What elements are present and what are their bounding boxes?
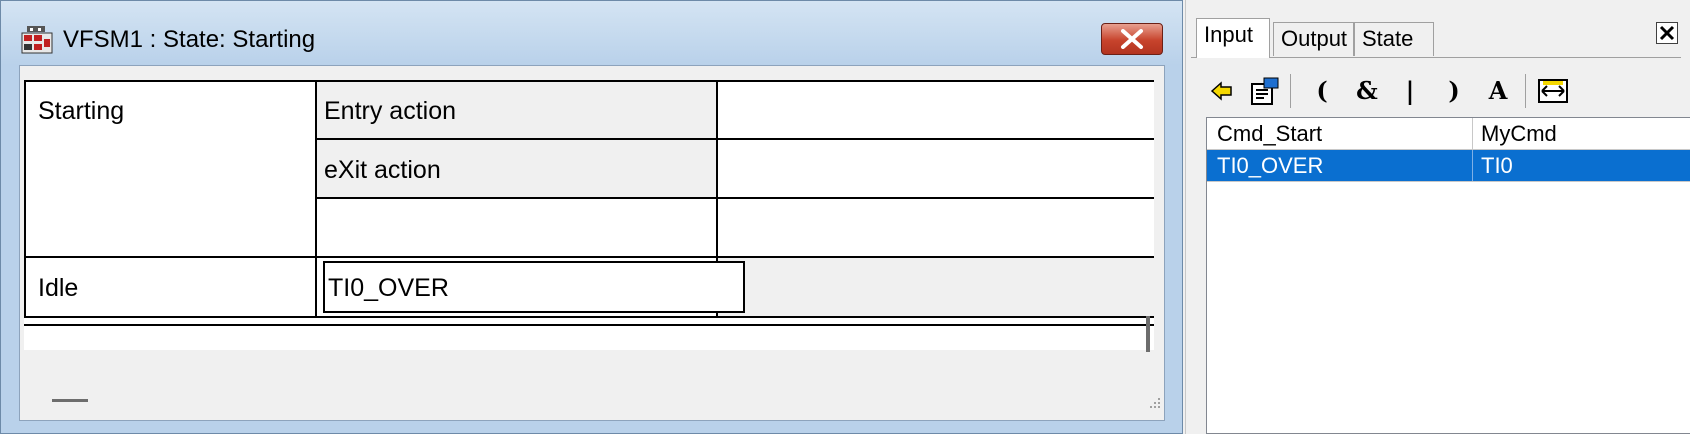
resize-grip-icon[interactable]	[1146, 394, 1162, 410]
properties-icon[interactable]	[1246, 74, 1282, 108]
list-item-selected[interactable]: TI0_OVER TI0	[1207, 150, 1690, 182]
open-paren-button[interactable]: (	[1304, 74, 1340, 108]
exit-action-label: eXit action	[324, 156, 441, 184]
transition-condition-text: TI0_OVER	[328, 274, 449, 302]
state-name-cell[interactable]: Starting	[38, 96, 124, 126]
list-item[interactable]: Cmd_Start MyCmd	[1207, 118, 1690, 150]
vfsm-app-icon[interactable]	[21, 25, 53, 55]
state-editor-area: Starting Entry action eXit action Idle T…	[19, 65, 1165, 421]
arrow-left-icon[interactable]	[1204, 74, 1240, 108]
next-state-cell[interactable]: Idle	[38, 273, 78, 303]
state-window: VFSM1 : State: Starting Starting Entry a…	[0, 0, 1183, 434]
title-bar[interactable]: VFSM1 : State: Starting	[1, 1, 1182, 65]
text-button[interactable]: A	[1480, 74, 1516, 108]
vertical-scrollbar-thumb[interactable]	[1146, 316, 1150, 352]
close-paren-button[interactable]: )	[1436, 74, 1472, 108]
close-icon	[1659, 25, 1675, 41]
range-icon[interactable]	[1535, 74, 1571, 108]
or-button[interactable]: |	[1392, 74, 1428, 108]
window-title: VFSM1 : State: Starting	[63, 26, 316, 53]
entry-action-label: Entry action	[324, 97, 457, 125]
panel-close-button[interactable]	[1656, 22, 1678, 44]
and-button[interactable]: &	[1349, 74, 1385, 108]
signal-value: TI0	[1481, 153, 1513, 178]
signal-name: Cmd_Start	[1217, 121, 1323, 146]
tab-input[interactable]: Input	[1196, 18, 1270, 58]
signal-value: MyCmd	[1481, 121, 1557, 146]
close-icon	[1121, 29, 1143, 49]
signal-name: TI0_OVER	[1217, 153, 1324, 178]
transition-action-cell[interactable]	[718, 258, 1154, 318]
expression-toolbar: ( & | ) A	[1186, 70, 1690, 112]
transition-condition-input[interactable]: TI0_OVER	[323, 261, 745, 313]
window-close-button[interactable]	[1101, 23, 1163, 55]
horizontal-scrollbar-thumb[interactable]	[52, 399, 88, 402]
tab-state[interactable]: State	[1354, 22, 1434, 56]
signal-list: Cmd_Start MyCmd TI0_OVER TI0	[1206, 117, 1690, 434]
tab-output[interactable]: Output	[1273, 22, 1354, 56]
signals-panel: Input Output State ( & | ) A Cmd_Start M…	[1185, 0, 1690, 434]
